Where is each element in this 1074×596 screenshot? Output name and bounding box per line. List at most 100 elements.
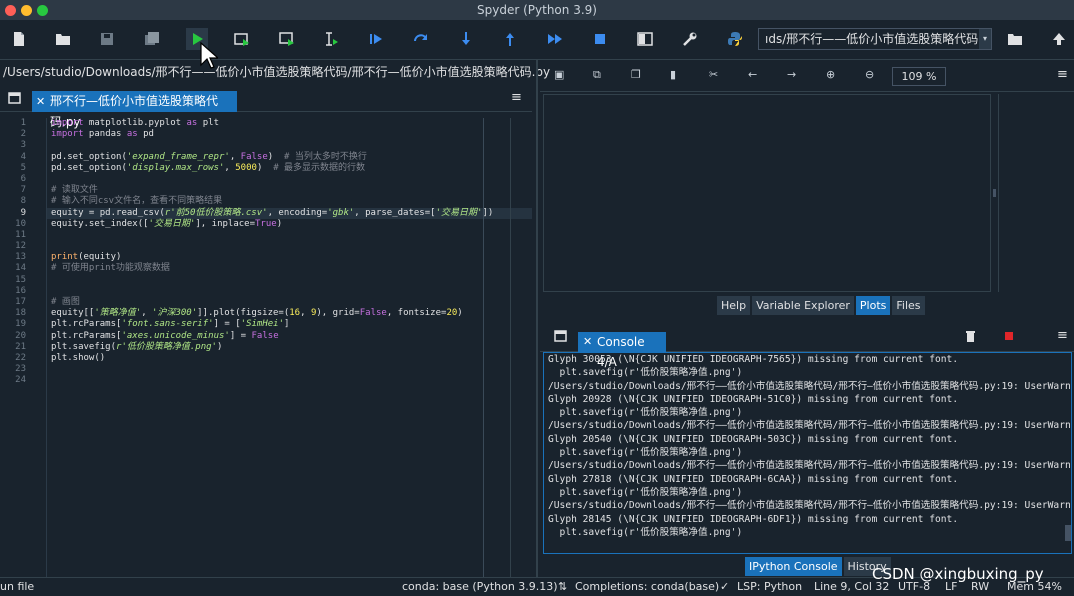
editor-options-menu-icon[interactable]: ≡ <box>511 90 522 105</box>
console-output[interactable]: Glyph 30053 (\N{CJK UNIFIED IDEOGRAPH-75… <box>543 352 1072 554</box>
code-line[interactable]: equity.set_index(['交易日期'], inplace=True) <box>47 219 532 230</box>
code-token: ]].plot(figsize=( <box>197 308 290 319</box>
chevron-down-icon[interactable]: ▾ <box>979 29 991 49</box>
pane-splitter[interactable] <box>536 60 538 580</box>
editor-file-path: /Users/studio/Downloads/邢不行——低价小市值选股策略代码… <box>3 65 551 79</box>
code-line[interactable] <box>47 364 532 375</box>
line-number: 24 <box>15 375 26 386</box>
plots-options-menu-icon[interactable]: ≡ <box>1057 67 1068 82</box>
step-into-icon[interactable] <box>455 28 477 50</box>
code-line[interactable]: # 可使用print功能观察数据 <box>47 263 532 274</box>
parent-directory-icon[interactable] <box>1048 28 1070 50</box>
console-line: plt.savefig(r'低价股策略净值.png') <box>548 367 743 379</box>
browse-tabs-icon[interactable] <box>8 92 21 104</box>
zoom-level-field[interactable]: 109 % <box>892 67 946 86</box>
code-editor[interactable]: import matplotlib.pyplot as plt import pa… <box>46 118 532 578</box>
save-all-icon[interactable] <box>141 28 163 50</box>
close-console-icon[interactable]: ✕ <box>583 332 592 352</box>
code-line[interactable]: # 读取文件 <box>47 185 532 196</box>
console-line: /Users/studio/Downloads/邢不行——低价小市值选股策略代码… <box>548 380 1072 392</box>
plot-canvas <box>543 94 991 292</box>
zoom-out-icon[interactable]: ⊖ <box>865 68 874 81</box>
console-options-menu-icon[interactable]: ≡ <box>1057 328 1068 343</box>
run-cell-advance-icon[interactable] <box>276 28 298 50</box>
code-line[interactable]: import matplotlib.pyplot as plt <box>47 118 532 129</box>
step-icon[interactable] <box>410 28 432 50</box>
browse-consoles-icon[interactable] <box>554 330 567 342</box>
interrupt-kernel-icon[interactable] <box>1005 332 1013 340</box>
close-window-button[interactable] <box>5 5 16 16</box>
copy-icon[interactable]: ❐ <box>631 68 641 81</box>
line-number: 8 <box>20 196 26 207</box>
save-plot-icon[interactable]: ▣ <box>554 68 564 81</box>
tab-variable-explorer[interactable]: Variable Explorer <box>752 296 854 315</box>
code-line[interactable] <box>47 241 532 252</box>
code-line[interactable] <box>47 174 532 185</box>
code-token: equity = pd.read_csv( <box>51 207 165 218</box>
code-line[interactable]: plt.rcParams['axes.unicode_minus'] = Fal… <box>47 331 532 342</box>
code-line[interactable]: # 画图 <box>47 297 532 308</box>
code-token: # 当列太多时不换行 <box>284 151 367 162</box>
code-line[interactable]: pd.set_option('expand_frame_repr', False… <box>47 152 532 163</box>
maximize-pane-icon[interactable] <box>634 28 656 50</box>
code-line[interactable]: plt.savefig(r'低价股策略净值.png') <box>47 342 532 353</box>
lsp-ok-icon: ✓ <box>720 580 730 593</box>
code-line[interactable]: plt.show() <box>47 353 532 364</box>
console-scrollbar[interactable] <box>1065 525 1071 541</box>
console-tab[interactable]: ✕ Console 4/A <box>578 332 666 369</box>
line-number: 15 <box>15 274 26 285</box>
code-token: ) <box>276 218 283 229</box>
stop-icon[interactable] <box>589 28 611 50</box>
zoom-in-icon[interactable]: ⊕ <box>826 68 835 81</box>
remove-icon[interactable]: ▮ <box>670 68 676 81</box>
previous-icon[interactable]: ← <box>748 68 757 81</box>
code-line[interactable]: # 输入不同csv文件名，查看不同策略结果 <box>47 196 532 207</box>
clear-console-icon[interactable] <box>965 330 976 343</box>
code-line[interactable]: import pandas as pd <box>47 129 532 140</box>
code-line[interactable] <box>47 375 532 386</box>
working-directory-value: ıds/邢不行——低价小市值选股策略代码 <box>765 32 979 46</box>
code-line[interactable]: print(equity) <box>47 252 532 263</box>
zoom-window-button[interactable] <box>37 5 48 16</box>
code-line[interactable] <box>47 140 532 151</box>
minimize-window-button[interactable] <box>21 5 32 16</box>
tab-help[interactable]: Help <box>717 296 751 315</box>
next-icon[interactable]: → <box>787 68 796 81</box>
code-line[interactable] <box>47 286 532 297</box>
run-selection-icon[interactable] <box>320 28 342 50</box>
browse-folder-icon[interactable] <box>1004 28 1026 50</box>
code-line[interactable]: pd.set_option('display.max_rows', 5000) … <box>47 163 532 174</box>
tab-ipython-console[interactable]: IPython Console <box>745 557 842 576</box>
close-tab-icon[interactable]: ✕ <box>36 91 45 112</box>
editor-scrollbar[interactable] <box>510 118 532 578</box>
open-folder-icon[interactable] <box>52 28 74 50</box>
plots-pane-tabs: Help Variable Explorer Plots Files <box>717 296 925 315</box>
working-directory-combobox[interactable]: ıds/邢不行——低价小市值选股策略代码 ▾ <box>758 28 992 50</box>
splitter-handle[interactable] <box>993 189 996 197</box>
debug-icon[interactable] <box>365 28 387 50</box>
plot-thumbnails[interactable] <box>993 94 1074 292</box>
code-line[interactable]: plt.rcParams['font.sans-serif'] = ['SimH… <box>47 319 532 330</box>
continue-icon[interactable] <box>544 28 566 50</box>
run-cell-icon[interactable] <box>231 28 253 50</box>
tab-files[interactable]: Files <box>892 296 925 315</box>
save-icon[interactable] <box>96 28 118 50</box>
step-return-icon[interactable] <box>499 28 521 50</box>
remove-all-icon[interactable]: ✂ <box>709 68 718 81</box>
code-token: 'axes.unicode_minus' <box>121 330 230 341</box>
code-line[interactable]: equity = pd.read_csv(r'前50低价股策略.csv', en… <box>47 207 532 219</box>
editor-tab[interactable]: ✕ 邢不行—低价小市值选股策略代码.py <box>32 91 237 129</box>
code-line[interactable]: equity[['策略净值', '沪深300']].plot(figsize=(… <box>47 308 532 319</box>
preferences-icon[interactable] <box>679 28 701 50</box>
main-toolbar: ıds/邢不行——低价小市值选股策略代码 ▾ <box>0 20 1074 60</box>
python-path-icon[interactable] <box>724 28 746 50</box>
tab-plots[interactable]: Plots <box>855 296 891 315</box>
code-token: False <box>251 330 279 341</box>
new-file-icon[interactable] <box>8 28 30 50</box>
console-line: Glyph 27818 (\N{CJK UNIFIED IDEOGRAPH-6C… <box>548 473 959 485</box>
code-line[interactable] <box>47 230 532 241</box>
console-line: Glyph 28145 (\N{CJK UNIFIED IDEOGRAPH-6D… <box>548 513 959 525</box>
save-all-plots-icon[interactable]: ⧉ <box>593 68 601 82</box>
code-line[interactable] <box>47 275 532 286</box>
code-token: 'expand_frame_repr' <box>126 151 230 162</box>
